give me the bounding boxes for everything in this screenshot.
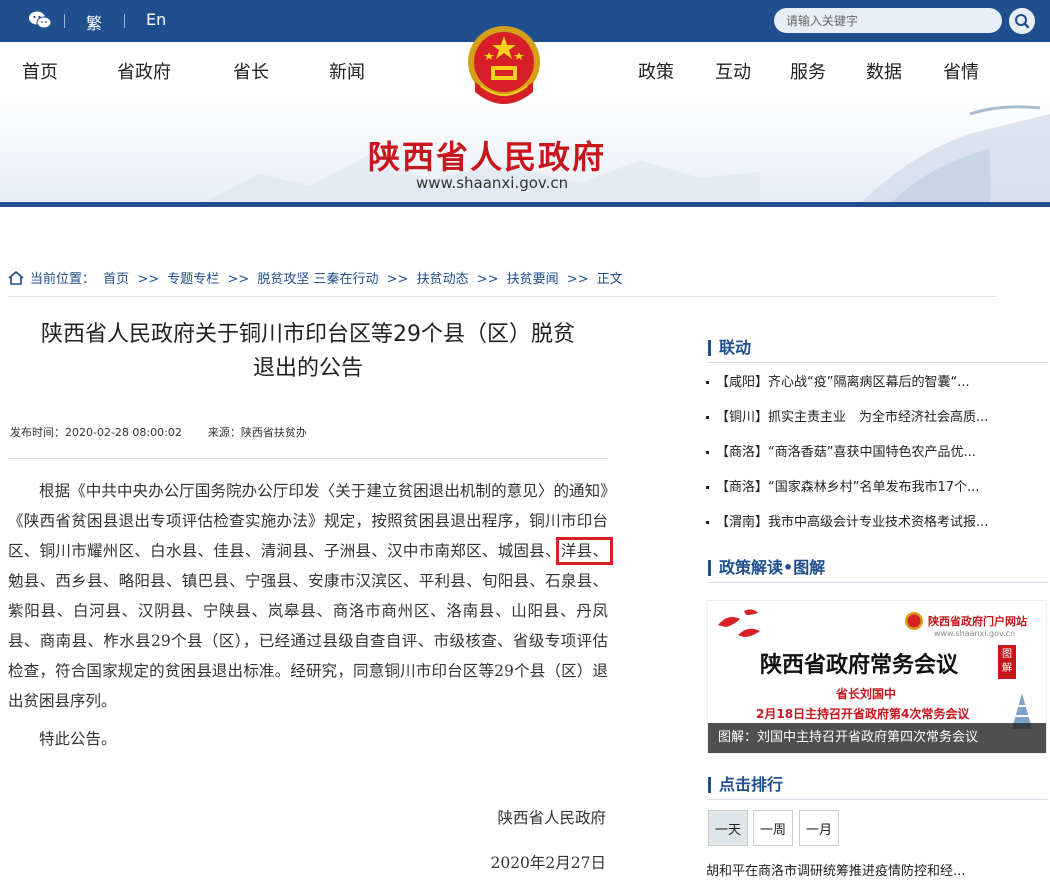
divider <box>708 362 1048 363</box>
breadcrumb-headlines[interactable]: 扶贫要闻 <box>507 272 559 287</box>
breadcrumb-poverty-campaign[interactable]: 脱贫攻坚 三秦在行动 <box>257 272 378 287</box>
breadcrumb: 当前位置： 首页 >> 专题专栏 >> 脱贫攻坚 三秦在行动 >> 扶贫动态 >… <box>8 268 627 287</box>
graphic-logo-text: 陕西省政府门户网站 <box>928 615 1027 628</box>
source-value: 陕西省扶贫办 <box>240 426 307 439</box>
list-item[interactable]: 【商洛】“商洛香菇”喜获中国特色农产品优... <box>706 441 1016 476</box>
breadcrumb-poverty-news[interactable]: 扶贫动态 <box>417 272 469 287</box>
nav-home[interactable]: 首页 <box>22 58 58 84</box>
sidebar-heading-rank[interactable]: 点击排行 <box>708 777 783 793</box>
dove-icon <box>718 609 760 637</box>
site-url: www.shaanxi.gov.cn <box>416 174 569 192</box>
traditional-chinese-link[interactable]: 繁 <box>86 10 102 34</box>
english-link[interactable]: En <box>146 10 166 29</box>
breadcrumb-sep: >> <box>137 272 160 287</box>
signature-date: 2020年2月27日 <box>490 854 606 872</box>
breadcrumb-special-topic[interactable]: 专题专栏 <box>167 272 219 287</box>
home-icon <box>8 271 24 285</box>
breadcrumb-current[interactable]: 正文 <box>597 272 623 287</box>
signature: 陕西省人民政府 <box>497 809 606 827</box>
publish-time: 2020-02-28 08:00:02 <box>65 426 182 439</box>
article-meta: 发布时间：2020-02-28 08:00:02 来源：陕西省扶贫办 <box>10 424 307 440</box>
divider <box>8 296 996 297</box>
sidebar-heading-liandong[interactable]: 联动 <box>708 340 751 356</box>
breadcrumb-sep: >> <box>566 272 589 287</box>
divider <box>708 799 1048 800</box>
notice-text: 特此公告。 <box>39 730 117 748</box>
graphic-headline: 陕西省政府常务会议 <box>760 652 959 678</box>
list-item[interactable]: 【咸阳】齐心战“疫”隔离病区幕后的智囊“... <box>706 371 1016 406</box>
search-icon[interactable] <box>1009 8 1035 34</box>
nav-news[interactable]: 新闻 <box>329 58 365 84</box>
divider <box>124 14 125 28</box>
publish-time-label: 发布时间： <box>10 426 65 439</box>
nav-data[interactable]: 数据 <box>866 58 902 84</box>
tab-month[interactable]: 一月 <box>799 810 839 846</box>
sidebar-heading-policy[interactable]: 政策解读•图解 <box>708 560 825 576</box>
graphic-subtitle: 省长刘国中 <box>836 687 897 701</box>
breadcrumb-sep: >> <box>476 272 499 287</box>
paragraph-text: 根据《中共中央办公厅国务院办公厅印发〈关于建立贫困退出机制的意见〉的通知》《陕西… <box>8 482 608 560</box>
highlighted-county: 洋县、 <box>555 537 613 565</box>
divider <box>708 582 1048 583</box>
nav-policy[interactable]: 政策 <box>638 58 674 84</box>
list-item[interactable]: 【渭南】我市中高级会计专业技术资格考试报... <box>706 511 1016 546</box>
breadcrumb-label: 当前位置： <box>30 272 96 287</box>
national-emblem-icon[interactable] <box>461 22 547 114</box>
article-paragraph: 根据《中共中央办公厅国务院办公厅印发〈关于建立贫困退出机制的意见〉的通知》《陕西… <box>8 476 613 716</box>
graphic-caption[interactable]: 图解：刘国中主持召开省政府第四次常务会议 <box>708 723 1046 753</box>
list-item[interactable]: 【商洛】“国家森林乡村”名单发布我市17个... <box>706 476 1016 511</box>
list-item[interactable]: 【铜川】抓实主责主业 为全市经济社会高质... <box>706 406 1016 441</box>
search-input[interactable] <box>774 8 1002 33</box>
graphic-subtitle: 2月18日主持召开省政府第4次常务会议 <box>756 707 970 721</box>
site-title[interactable]: 陕西省人民政府 <box>368 132 606 178</box>
breadcrumb-sep: >> <box>227 272 250 287</box>
tab-week[interactable]: 一周 <box>753 810 793 846</box>
nav-interaction[interactable]: 互动 <box>715 58 751 84</box>
wechat-icon[interactable] <box>28 10 52 30</box>
article-title-line: 陕西省人民政府关于铜川市印台区等29个县（区）脱贫 <box>41 322 575 347</box>
breadcrumb-sep: >> <box>386 272 409 287</box>
tab-day[interactable]: 一天 <box>708 810 748 846</box>
banner-divider <box>0 202 1050 207</box>
divider <box>8 458 608 459</box>
emblem-small-icon <box>905 612 923 630</box>
divider <box>64 14 65 28</box>
article-title: 陕西省人民政府关于铜川市印台区等29个县（区）脱贫 退出的公告 <box>8 318 608 386</box>
pagoda-decoration <box>860 105 1050 204</box>
graphic-tag: 图解 <box>998 645 1016 679</box>
nav-governor[interactable]: 省长 <box>233 58 269 84</box>
liandong-list: 【咸阳】齐心战“疫”隔离病区幕后的智囊“... 【铜川】抓实主责主业 为全市经济… <box>706 371 1016 546</box>
graphic-logo-url: www.shaanxi.gov.cn <box>934 629 1016 638</box>
nav-provincial-gov[interactable]: 省政府 <box>117 58 171 84</box>
article-title-line: 退出的公告 <box>252 356 363 381</box>
nav-service[interactable]: 服务 <box>790 58 826 84</box>
nav-province-info[interactable]: 省情 <box>943 58 979 84</box>
rank-list-item[interactable]: 胡和平在商洛市调研统筹推进疫情防控和经... <box>706 860 1006 879</box>
breadcrumb-home[interactable]: 首页 <box>103 272 129 287</box>
source-label: 来源： <box>207 426 241 439</box>
policy-graphic[interactable]: 陕西省政府门户网站 www.shaanxi.gov.cn 陕西省政府常务会议 图… <box>707 600 1047 754</box>
paragraph-text: 勉县、西乡县、略阳县、镇巴县、宁强县、安康市汉滨区、平利县、旬阳县、石泉县、紫阳… <box>8 572 608 710</box>
article-body: 根据《中共中央办公厅国务院办公厅印发〈关于建立贫困退出机制的意见〉的通知》《陕西… <box>8 476 613 754</box>
